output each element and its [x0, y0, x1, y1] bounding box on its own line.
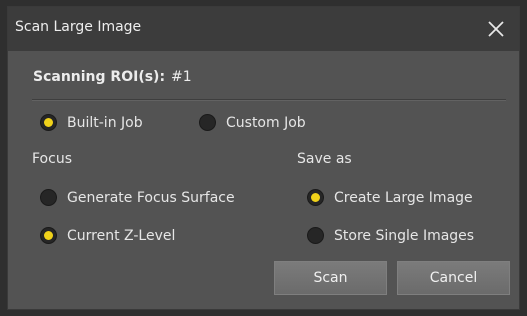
save-as-section-label: Save as: [297, 151, 352, 167]
generate-focus-surface-label: Generate Focus Surface: [67, 189, 235, 206]
built-in-job-radio[interactable]: Built-in Job: [40, 114, 143, 131]
custom-job-label: Custom Job: [226, 114, 306, 131]
radio-checked-icon: [307, 189, 324, 206]
scanning-roi-value: #1: [171, 69, 192, 85]
current-z-level-radio[interactable]: Current Z-Level: [40, 227, 175, 244]
radio-checked-icon: [40, 227, 57, 244]
store-single-images-label: Store Single Images: [334, 227, 475, 244]
radio-checked-icon: [40, 114, 57, 131]
radio-unchecked-icon: [307, 227, 324, 244]
scan-button[interactable]: Scan: [274, 261, 387, 295]
focus-section-label: Focus: [32, 151, 72, 167]
cancel-button[interactable]: Cancel: [397, 261, 510, 295]
separator: [32, 99, 506, 101]
radio-unchecked-icon: [199, 114, 216, 131]
create-large-image-radio[interactable]: Create Large Image: [307, 189, 473, 206]
scanning-roi-info: Scanning ROI(s): #1: [33, 69, 192, 85]
dialog-title: Scan Large Image: [15, 19, 142, 35]
custom-job-radio[interactable]: Custom Job: [199, 114, 306, 131]
title-bar: Scan Large Image: [8, 7, 519, 51]
scan-large-image-dialog: Scan Large Image Scanning ROI(s): #1 Buil…: [7, 6, 520, 310]
built-in-job-label: Built-in Job: [67, 114, 143, 131]
create-large-image-label: Create Large Image: [334, 189, 473, 206]
store-single-images-radio[interactable]: Store Single Images: [307, 227, 474, 244]
generate-focus-surface-radio[interactable]: Generate Focus Surface: [40, 189, 235, 206]
current-z-level-label: Current Z-Level: [67, 227, 176, 244]
scanning-roi-label: Scanning ROI(s):: [33, 69, 166, 85]
radio-unchecked-icon: [40, 189, 57, 206]
close-icon[interactable]: [481, 14, 511, 44]
